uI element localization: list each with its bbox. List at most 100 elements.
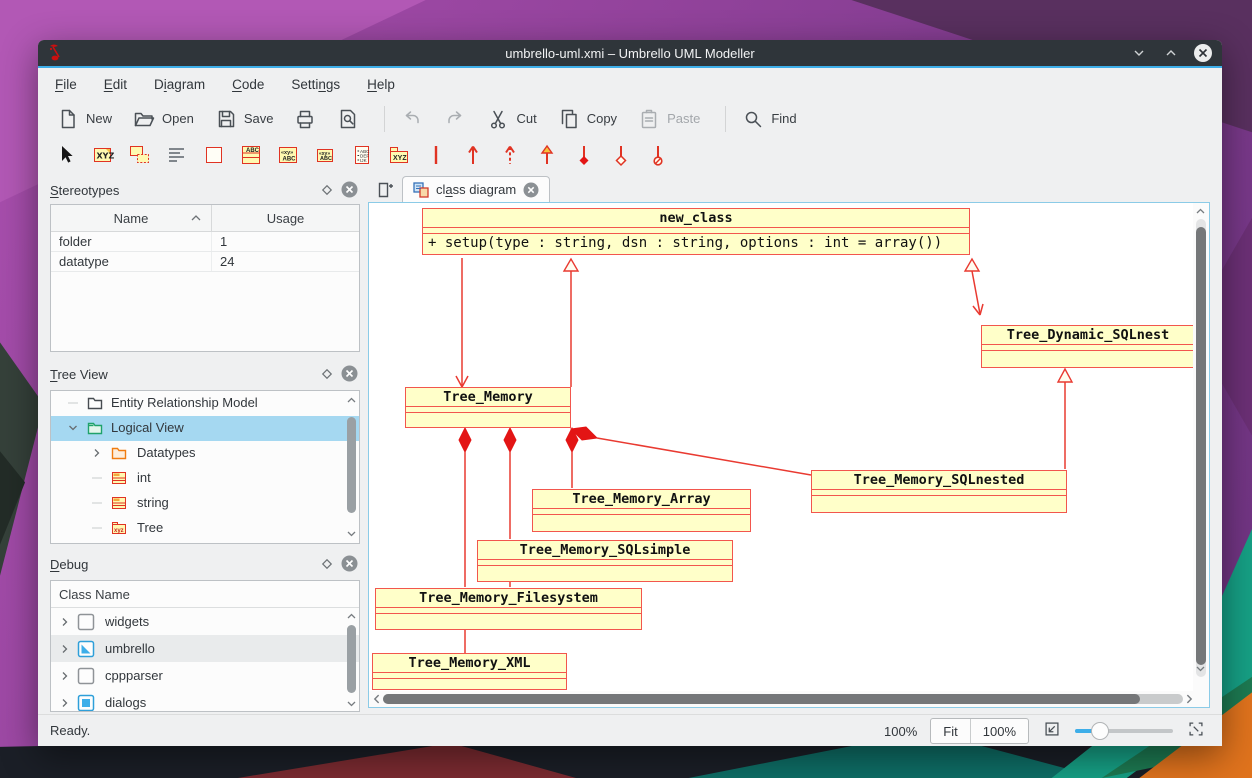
canvas-horizontal-scrollbar[interactable] xyxy=(369,691,1195,707)
tab-class-diagram[interactable]: class diagram xyxy=(402,176,550,202)
pointer-tool-button[interactable] xyxy=(52,145,79,171)
zoom-100-button[interactable]: 100% xyxy=(970,719,1028,743)
edge-composition-tree_memory-tree_memory_array[interactable] xyxy=(566,428,578,488)
checkbox-unchecked[interactable] xyxy=(77,613,95,634)
cut-button[interactable]: Cut xyxy=(481,104,542,134)
canvas-vertical-scrollbar[interactable] xyxy=(1193,203,1209,693)
chevron-right-icon[interactable] xyxy=(91,447,103,459)
svg-text:XYZ: XYZ xyxy=(393,155,407,162)
debug-item-cppparser[interactable]: cppparser xyxy=(51,662,359,689)
chevron-right-icon[interactable] xyxy=(59,643,71,658)
class-box-tree_memory_filesystem[interactable]: Tree_Memory_Filesystem xyxy=(375,588,642,630)
close-dock-icon[interactable] xyxy=(341,555,358,575)
diagram-canvas[interactable]: new_class+ setup(type : string, dsn : st… xyxy=(368,202,1210,708)
tree-item-logical-view[interactable]: Logical View xyxy=(51,416,359,441)
diagram-canvas-content[interactable]: new_class+ setup(type : string, dsn : st… xyxy=(369,203,1193,691)
float-dock-icon[interactable] xyxy=(321,184,333,199)
edge-association-new_class-tree_memory[interactable] xyxy=(456,258,468,387)
enum-tool-button[interactable]: ABCDEFIJK xyxy=(348,145,375,171)
column-header-name[interactable]: Name xyxy=(51,205,212,231)
minimize-button[interactable] xyxy=(1128,42,1150,64)
open-folder-button[interactable]: Open xyxy=(127,104,200,134)
tree-item-entity-relationship-model[interactable]: Entity Relationship Model xyxy=(51,391,359,416)
edge-generalization-tree_memory-new_class[interactable] xyxy=(564,259,578,387)
tab-label: class diagram xyxy=(436,182,516,197)
datatype-tool-button[interactable]: «xy»ABC xyxy=(311,145,338,171)
shrink-view-icon[interactable] xyxy=(1042,719,1062,744)
class-box-tree_memory_sqlnested[interactable]: Tree_Memory_SQLnested xyxy=(811,470,1067,513)
debug-scrollbar[interactable] xyxy=(345,611,358,709)
chevron-right-icon[interactable] xyxy=(59,616,71,631)
association-arrow-tool-button[interactable] xyxy=(459,145,486,171)
redo-button[interactable] xyxy=(438,104,472,134)
menu-edit[interactable]: Edit xyxy=(104,77,127,92)
print-preview-button[interactable] xyxy=(331,104,365,134)
zoom-slider[interactable] xyxy=(1075,721,1173,741)
undo-button[interactable] xyxy=(395,104,429,134)
box-tool-button[interactable] xyxy=(200,145,227,171)
aggregation-tool-button[interactable] xyxy=(607,145,634,171)
edge-generalization-tree_memory_sqlnested-tree_dynamic_sqlnest[interactable] xyxy=(1058,369,1072,469)
close-button[interactable] xyxy=(1192,42,1214,64)
float-dock-icon[interactable] xyxy=(321,368,333,383)
generalization-arrow-tool-button[interactable] xyxy=(533,145,560,171)
print-button[interactable] xyxy=(288,104,322,134)
checkbox-unchecked[interactable] xyxy=(77,667,95,688)
class-box-new_class[interactable]: new_class+ setup(type : string, dsn : st… xyxy=(422,208,970,255)
class-box-tree_memory_xml[interactable]: Tree_Memory_XML xyxy=(372,653,567,690)
dependency-arrow-tool-button[interactable] xyxy=(496,145,523,171)
chevron-right-icon[interactable] xyxy=(59,697,71,712)
edge-generalization-tree_dynamic_sqlnest-new_class[interactable] xyxy=(965,259,983,315)
debug-item-dialogs[interactable]: dialogs xyxy=(51,689,359,712)
object-tool-button[interactable] xyxy=(126,145,153,171)
class-box-tree_memory_sqlsimple[interactable]: Tree_Memory_SQLsimple xyxy=(477,540,733,582)
menu-diagram[interactable]: Diagram xyxy=(154,77,205,92)
tree-item-tree[interactable]: xyzTree xyxy=(51,516,359,541)
note-tool-button[interactable] xyxy=(163,145,190,171)
column-header-usage[interactable]: Usage xyxy=(212,205,359,231)
new-tab-button[interactable] xyxy=(372,178,398,201)
stereotype-row[interactable]: folder1 xyxy=(51,232,359,252)
save-button[interactable]: Save xyxy=(209,104,280,134)
tree-item-int[interactable]: int xyxy=(51,466,359,491)
menu-code[interactable]: Code xyxy=(232,77,264,92)
fit-button[interactable]: Fit xyxy=(931,719,969,743)
debug-item-widgets[interactable]: widgets xyxy=(51,608,359,635)
menu-help[interactable]: Help xyxy=(367,77,395,92)
stereotype-row[interactable]: datatype24 xyxy=(51,252,359,272)
class-box-tree_dynamic_sqlnest[interactable]: Tree_Dynamic_SQLnest xyxy=(981,325,1193,368)
close-tab-icon[interactable] xyxy=(523,182,539,198)
debug-item-umbrello[interactable]: umbrello xyxy=(51,635,359,662)
checkbox-checked[interactable] xyxy=(77,694,95,712)
maximize-button[interactable] xyxy=(1160,42,1182,64)
copy-button[interactable]: Copy xyxy=(552,104,623,134)
containment-tool-button[interactable] xyxy=(644,145,671,171)
chevron-down-icon[interactable] xyxy=(67,422,79,434)
close-dock-icon[interactable] xyxy=(341,365,358,385)
checkbox-partial[interactable] xyxy=(77,640,95,661)
expand-view-icon[interactable] xyxy=(1186,719,1206,744)
find-button[interactable]: Find xyxy=(736,104,802,134)
zoom-slider-handle[interactable] xyxy=(1091,722,1109,740)
float-dock-icon[interactable] xyxy=(321,558,333,573)
class-detail-tool-button[interactable]: ABC xyxy=(237,145,264,171)
tree-view-scrollbar[interactable] xyxy=(345,393,358,541)
class-tool-button[interactable]: XYZ xyxy=(89,145,116,171)
package-tool-button[interactable]: XYZ xyxy=(385,145,412,171)
paste-button[interactable]: Paste xyxy=(632,104,706,134)
new-document-button[interactable]: New xyxy=(51,104,118,134)
tree-item-datatypes[interactable]: Datatypes xyxy=(51,441,359,466)
edge-composition-tree_memory-tree_memory_sqlnested[interactable] xyxy=(571,427,811,475)
association-line-tool-button[interactable] xyxy=(422,145,449,171)
class-box-tree_memory[interactable]: Tree_Memory xyxy=(405,387,571,428)
class-box-tree_memory_array[interactable]: Tree_Memory_Array xyxy=(532,489,751,532)
menu-settings[interactable]: Settings xyxy=(291,77,340,92)
composition-tool-button[interactable] xyxy=(570,145,597,171)
chevron-right-icon[interactable] xyxy=(59,670,71,685)
dependency-arrow-icon xyxy=(498,143,522,172)
close-dock-icon[interactable] xyxy=(341,181,358,201)
titlebar[interactable]: umbrello-uml.xmi – Umbrello UML Modeller xyxy=(38,40,1222,66)
interface-tool-button[interactable]: «xy»ABC xyxy=(274,145,301,171)
menu-file[interactable]: File xyxy=(55,77,77,92)
tree-item-string[interactable]: string xyxy=(51,491,359,516)
